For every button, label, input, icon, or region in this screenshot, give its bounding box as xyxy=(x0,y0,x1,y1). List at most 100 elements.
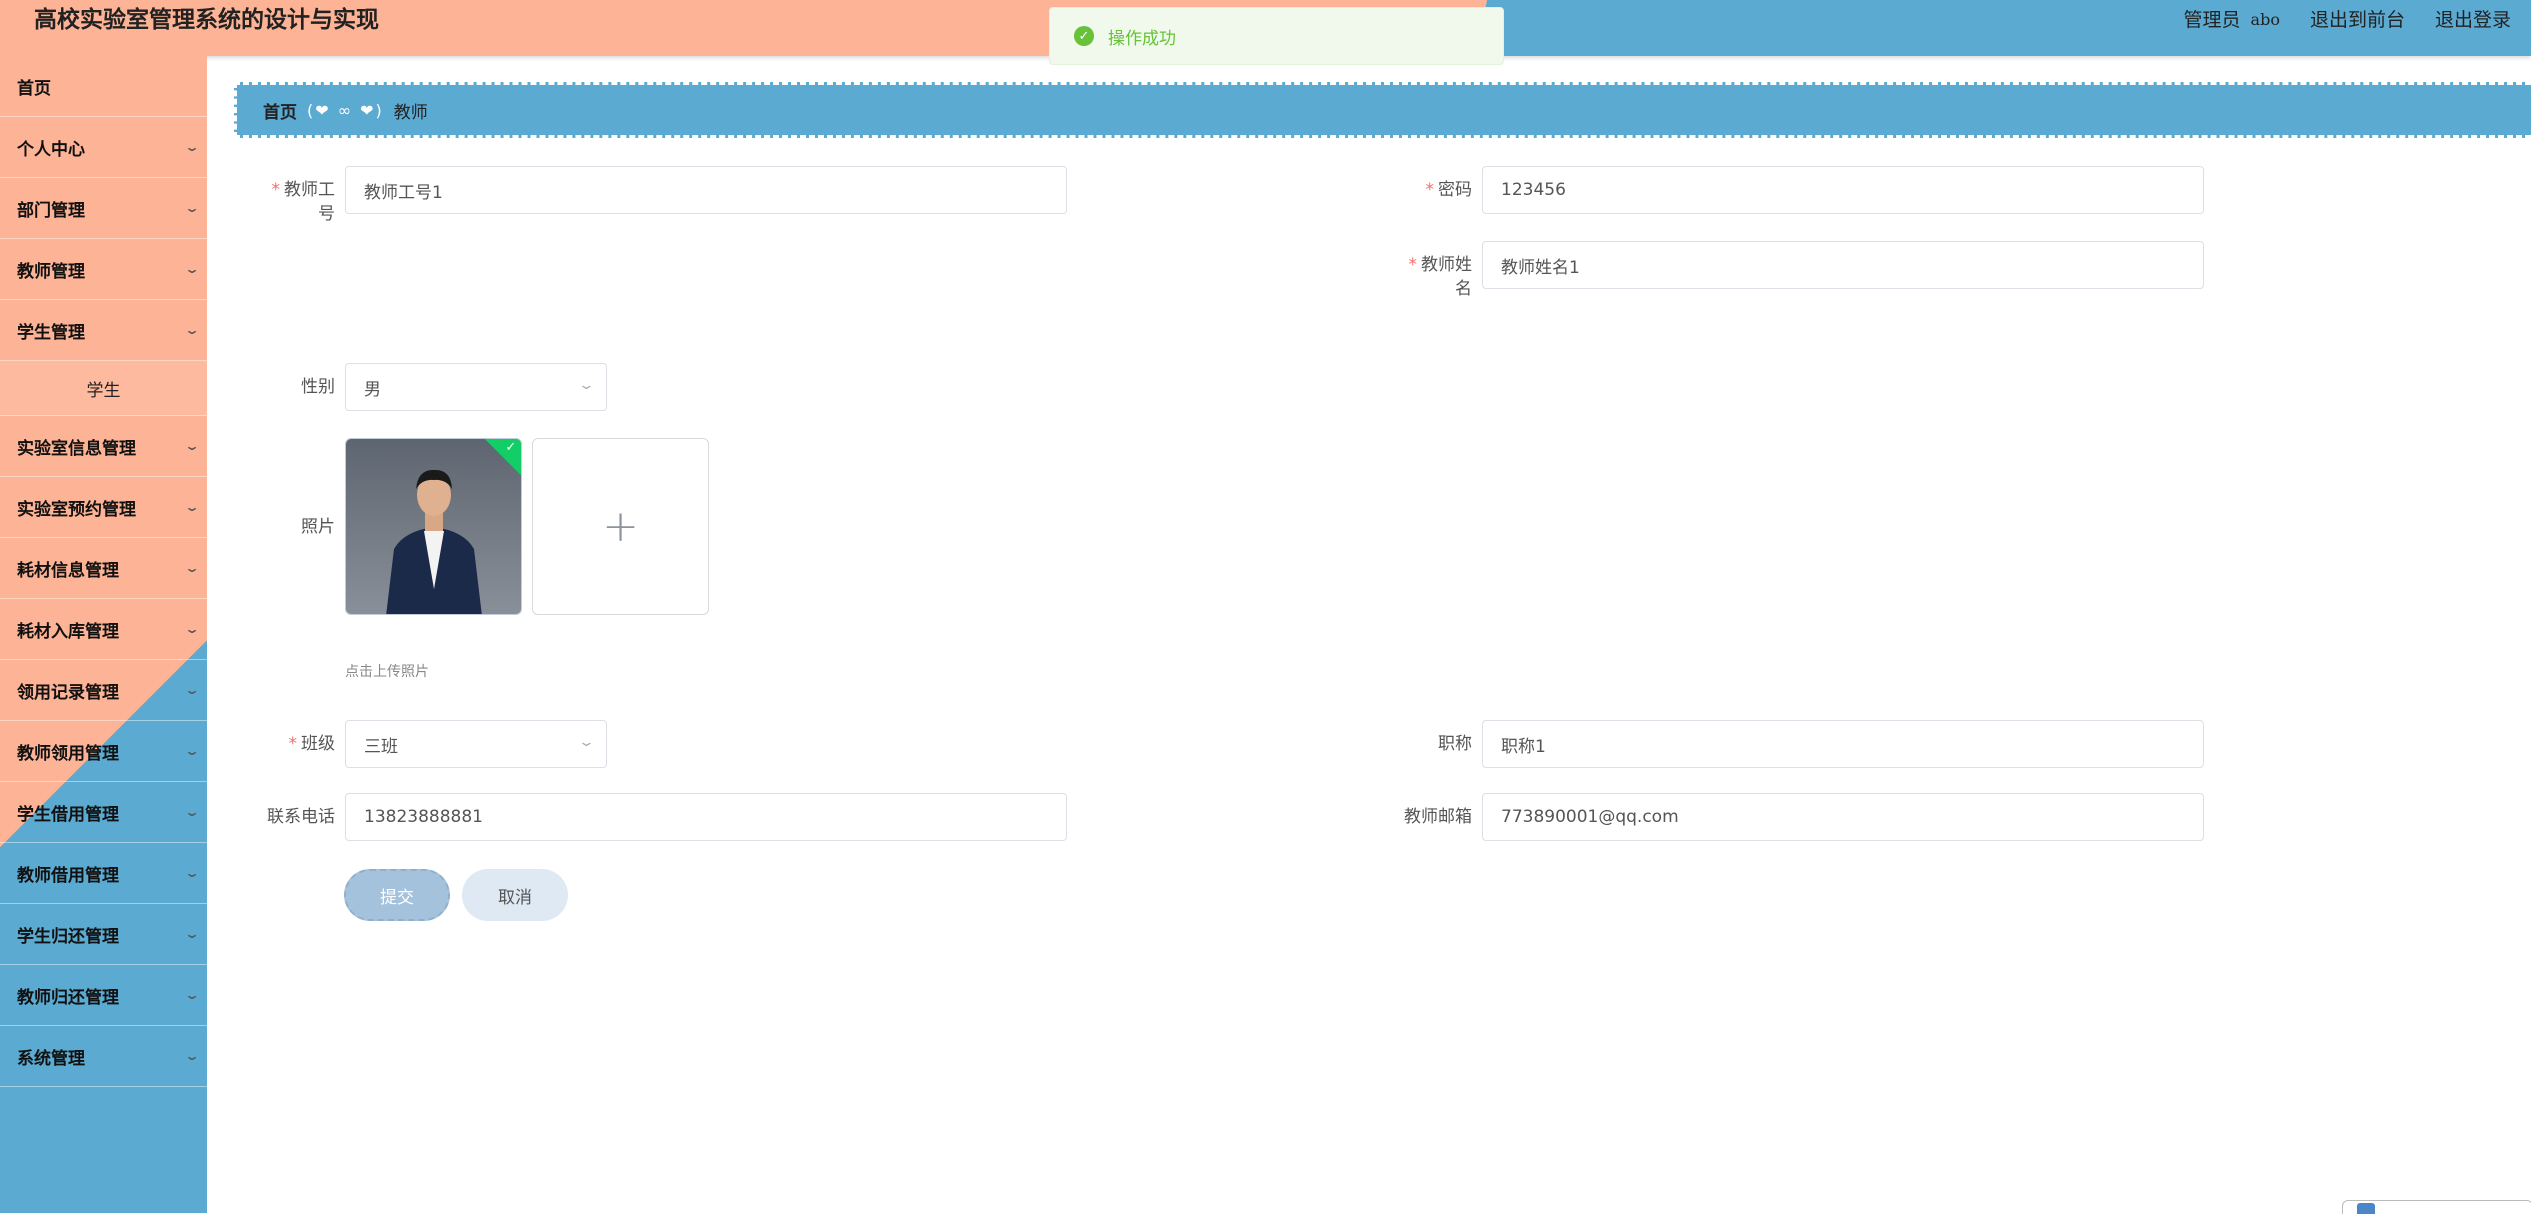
sidebar-item-consumable-stock[interactable]: 耗材入库管理 ⌄ xyxy=(0,599,207,660)
upload-tip: 点击上传照片 xyxy=(345,664,429,680)
submit-button[interactable]: 提交 xyxy=(344,869,450,921)
gender-label: 性别 xyxy=(301,377,335,397)
sidebar-item-label: 领用记录管理 xyxy=(17,682,119,703)
gender-value: 男 xyxy=(364,379,381,400)
chevron-down-icon: ⌄ xyxy=(183,927,201,941)
sidebar-item-label: 部门管理 xyxy=(17,200,85,221)
teacher-no-label-line2: 号 xyxy=(318,204,335,224)
teacher-no-input[interactable]: 教师工号1 xyxy=(345,166,1067,214)
breadcrumb-current: 教师 xyxy=(393,102,428,123)
gender-select[interactable]: 男 ⌄ xyxy=(345,363,607,411)
plus-icon: + xyxy=(602,501,639,552)
teacher-name-label: * 教师姓名 xyxy=(1408,255,1473,299)
teacher-name-input[interactable]: 教师姓名1 xyxy=(1482,241,2204,289)
header-actions: 管理员 abo 退出到前台 退出登录 xyxy=(2184,4,2511,36)
toast-message: 操作成功 xyxy=(1108,28,1176,49)
title-input[interactable]: 职称1 xyxy=(1482,720,2204,768)
sidebar-item-label: 首页 xyxy=(17,78,51,99)
teacher-name-label-line2: 名 xyxy=(1455,279,1472,299)
sidebar-item-teacher[interactable]: 教师管理 ⌄ xyxy=(0,239,207,300)
email-input[interactable]: 773890001@qq.com xyxy=(1482,793,2204,841)
sidebar-item-label: 教师借用管理 xyxy=(17,865,119,886)
sidebar-subitem-label: 学生 xyxy=(86,380,121,401)
sidebar-item-consumable-info[interactable]: 耗材信息管理 ⌄ xyxy=(0,538,207,599)
password-field: * 密码 123456 xyxy=(1382,166,2204,214)
sidebar-item-student-return[interactable]: 学生归还管理 ⌄ xyxy=(0,904,207,965)
teacher-no-field: * 教师工号 教师工号1 xyxy=(245,166,1067,226)
class-field: * 班级 三班 ⌄ xyxy=(245,720,607,768)
sidebar-item-student-borrow[interactable]: 学生借用管理 ⌄ xyxy=(0,782,207,843)
breadcrumb-home[interactable]: 首页 xyxy=(263,98,297,123)
chevron-down-icon: ⌄ xyxy=(183,683,201,697)
chevron-down-icon: ⌄ xyxy=(183,262,201,276)
sidebar-item-label: 耗材信息管理 xyxy=(17,560,119,581)
photo-upload-button[interactable]: + xyxy=(532,438,709,615)
email-field: 教师邮箱 773890001@qq.com xyxy=(1382,793,2204,841)
breadcrumb-separator: (❤ ∞ ❤) xyxy=(307,100,384,120)
class-label-text: 班级 xyxy=(301,734,335,754)
email-label: 教师邮箱 xyxy=(1404,807,1472,827)
sidebar-item-label: 实验室信息管理 xyxy=(17,438,136,459)
sidebar-item-label: 学生借用管理 xyxy=(17,804,119,825)
title-label: 职称 xyxy=(1438,734,1472,754)
user-name: abo xyxy=(2250,10,2280,29)
sidebar-item-personal-center[interactable]: 个人中心 ⌄ xyxy=(0,117,207,178)
sidebar-item-label: 耗材入库管理 xyxy=(17,621,119,642)
class-label: * 班级 xyxy=(288,734,336,754)
class-select[interactable]: 三班 ⌄ xyxy=(345,720,607,768)
chevron-down-icon: ⌄ xyxy=(183,622,201,636)
chevron-down-icon: ⌄ xyxy=(183,561,201,575)
gender-field: 性别 男 ⌄ xyxy=(245,363,607,411)
chevron-down-icon: ⌄ xyxy=(183,1049,201,1063)
chevron-down-icon: ⌄ xyxy=(183,988,201,1002)
sidebar-item-label: 实验室预约管理 xyxy=(17,499,136,520)
teacher-no-label: * 教师工号 xyxy=(271,180,336,224)
user-role: 管理员 xyxy=(2183,9,2241,31)
check-icon: ✓ xyxy=(505,439,517,455)
success-toast: ✓ 操作成功 xyxy=(1049,7,1504,65)
sidebar-item-home[interactable]: 首页 xyxy=(0,56,207,117)
floating-widget[interactable] xyxy=(2342,1200,2531,1214)
logout-link[interactable]: 退出登录 xyxy=(2435,4,2511,36)
cancel-button[interactable]: 取消 xyxy=(462,869,568,921)
photo-thumbnail[interactable]: ✓ xyxy=(345,438,522,615)
app-title: 高校实验室管理系统的设计与实现 xyxy=(34,6,379,33)
sidebar-item-student[interactable]: 学生管理 ⌄ xyxy=(0,300,207,361)
chevron-up-icon: ⌄ xyxy=(183,323,201,337)
check-circle-icon: ✓ xyxy=(1074,26,1094,46)
exit-to-frontend-link[interactable]: 退出到前台 xyxy=(2310,4,2405,36)
sidebar-item-usage-record[interactable]: 领用记录管理 ⌄ xyxy=(0,660,207,721)
teacher-no-label-line1: 教师工 xyxy=(284,180,335,200)
widget-icon xyxy=(2357,1203,2375,1214)
teacher-name-label-line1: 教师姓 xyxy=(1421,255,1472,275)
chevron-down-icon: ⌄ xyxy=(183,805,201,819)
password-label-text: 密码 xyxy=(1438,180,1472,200)
password-input[interactable]: 123456 xyxy=(1482,166,2204,214)
breadcrumb: 首页 (❤ ∞ ❤) 教师 xyxy=(234,82,2531,138)
sidebar-item-label: 教师领用管理 xyxy=(17,743,119,764)
password-label: * 密码 xyxy=(1425,180,1473,200)
phone-label: 联系电话 xyxy=(267,807,335,827)
sidebar-item-lab-info[interactable]: 实验室信息管理 ⌄ xyxy=(0,416,207,477)
sidebar-item-lab-reservation[interactable]: 实验室预约管理 ⌄ xyxy=(0,477,207,538)
sidebar-subitem-student[interactable]: 学生 xyxy=(0,361,207,416)
sidebar-item-label: 教师管理 xyxy=(17,261,85,282)
chevron-down-icon: ⌄ xyxy=(183,140,201,154)
sidebar-item-teacher-return[interactable]: 教师归还管理 ⌄ xyxy=(0,965,207,1026)
chevron-down-icon: ⌄ xyxy=(183,744,201,758)
class-value: 三班 xyxy=(364,736,398,757)
photo-label: 照片 xyxy=(301,517,335,537)
portrait-image xyxy=(346,439,521,614)
sidebar-item-label: 个人中心 xyxy=(17,139,85,160)
chevron-down-icon: ⌄ xyxy=(577,378,596,393)
phone-field: 联系电话 13823888881 xyxy=(245,793,1067,841)
sidebar-item-department[interactable]: 部门管理 ⌄ xyxy=(0,178,207,239)
sidebar-item-teacher-usage[interactable]: 教师领用管理 ⌄ xyxy=(0,721,207,782)
chevron-down-icon: ⌄ xyxy=(183,500,201,514)
phone-input[interactable]: 13823888881 xyxy=(345,793,1067,841)
chevron-down-icon: ⌄ xyxy=(183,866,201,880)
sidebar-item-system[interactable]: 系统管理 ⌄ xyxy=(0,1026,207,1087)
title-field: 职称 职称1 xyxy=(1382,720,2204,768)
chevron-down-icon: ⌄ xyxy=(183,201,201,215)
sidebar-item-teacher-borrow[interactable]: 教师借用管理 ⌄ xyxy=(0,843,207,904)
